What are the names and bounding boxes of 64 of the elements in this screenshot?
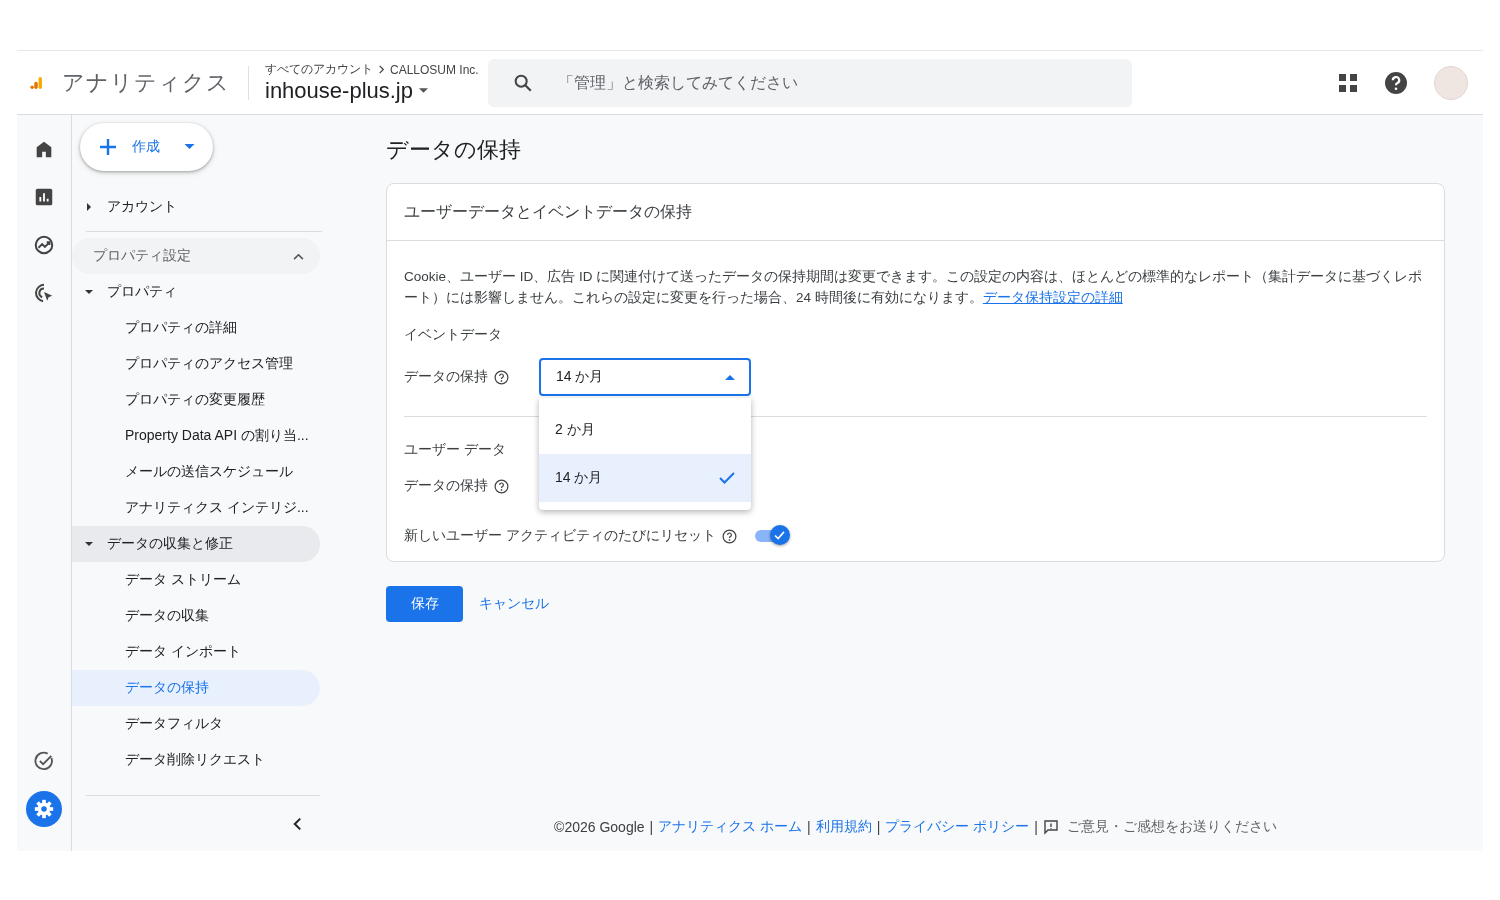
nav-item[interactable]: データ削除リクエスト	[72, 742, 320, 778]
collapse-icon[interactable]	[293, 816, 302, 831]
nav-item[interactable]: プロパティの詳細	[72, 310, 320, 346]
section-heading: ユーザー データ	[404, 441, 507, 459]
section-heading: イベントデータ	[404, 326, 503, 344]
nav-item[interactable]: データ インポート	[72, 634, 320, 670]
help-icon[interactable]	[494, 369, 509, 385]
page-title: データの保持	[386, 136, 522, 164]
help-icon[interactable]	[494, 478, 509, 494]
check-icon	[719, 472, 735, 484]
separator-text: |	[876, 819, 881, 835]
details-link[interactable]: データ保持設定の詳細	[982, 290, 1123, 305]
product-name: アナリティクス	[62, 68, 230, 97]
nav-item[interactable]: プロパティのアクセス管理	[72, 346, 320, 382]
card-title: ユーザーデータとイベントデータの保持	[404, 201, 692, 222]
help-icon[interactable]	[721, 528, 737, 544]
field-label: データの保持	[404, 368, 488, 386]
separator-text: |	[807, 819, 811, 835]
retention-dropdown[interactable]: 14 か月	[539, 358, 751, 396]
help-icon[interactable]	[1384, 70, 1408, 95]
caret-icon	[725, 374, 735, 380]
property-selector[interactable]: inhouse-plus.jp	[265, 78, 480, 104]
nav-item[interactable]: データの収集	[72, 598, 320, 634]
nav-section-header[interactable]: プロパティ設定	[72, 238, 320, 274]
caret-icon	[85, 288, 93, 296]
breadcrumb-link[interactable]: すべてのアカウント	[265, 61, 373, 78]
caret-icon	[419, 88, 428, 94]
caret-icon	[85, 540, 93, 548]
separator-text: |	[1034, 819, 1038, 835]
check-icon	[774, 530, 786, 540]
nav-item[interactable]: アナリティクス インテリジ...	[72, 490, 320, 526]
caret-icon	[184, 144, 195, 150]
separator-text: |	[649, 819, 654, 835]
footer-link[interactable]: アナリティクス ホーム	[658, 818, 803, 836]
plus-icon	[98, 137, 118, 157]
dropdown-option[interactable]: 14 か月	[539, 454, 751, 502]
nav-item[interactable]: メールの送信スケジュール	[72, 454, 320, 490]
nav-item[interactable]: Property Data API の割り当...	[72, 418, 320, 454]
nav-group[interactable]: プロパティ	[72, 274, 320, 310]
nav-group[interactable]: データの収集と修正	[72, 526, 320, 562]
apps-grid-icon[interactable]	[1338, 72, 1358, 93]
chevron-icon	[293, 252, 304, 260]
nav-item[interactable]: アカウント	[72, 189, 320, 225]
nav-item[interactable]: データフィルタ	[72, 706, 320, 742]
settings-icon[interactable]	[26, 791, 62, 827]
breadcrumb-link[interactable]: CALLOSUM Inc.	[390, 62, 479, 77]
description-text: Cookie、ユーザー ID、広告 ID に関連付けて送ったデータの保持期間は変更できます。この設定の内容は、ほとんどの標準的なレポート（集計データに基づくレポート）には影響しません。これらの設定に変更を行った場合、24 時間後に有効になります。データ保持設定の詳細	[404, 268, 1424, 307]
caret-icon	[85, 203, 93, 211]
footer-link[interactable]: 利用規約	[815, 818, 872, 836]
nav-item[interactable]: プロパティの変更履歴	[72, 382, 320, 418]
copyright-text: ©2026 Google	[554, 819, 645, 835]
field-label: 新しいユーザー アクティビティのたびにリセット	[404, 527, 716, 545]
feedback-icon[interactable]	[1042, 819, 1059, 835]
save-button[interactable]: 保存	[386, 586, 463, 622]
create-button[interactable]: 作成	[80, 123, 213, 171]
dropdown-option[interactable]: 2 か月	[539, 406, 751, 454]
feedback-link[interactable]: ご意見・ご感想をお送りください	[1066, 818, 1277, 836]
nav-item[interactable]: データ ストリーム	[72, 562, 320, 598]
nav-item[interactable]: データの保持	[72, 670, 320, 706]
footer-link[interactable]: プライバシー ポリシー	[885, 818, 1030, 836]
search-field[interactable]: 「管理」と検索してみてください	[488, 58, 1132, 107]
chevron-right-icon	[377, 65, 386, 74]
cancel-button[interactable]: キャンセル	[479, 595, 549, 613]
field-label: データの保持	[404, 477, 488, 495]
